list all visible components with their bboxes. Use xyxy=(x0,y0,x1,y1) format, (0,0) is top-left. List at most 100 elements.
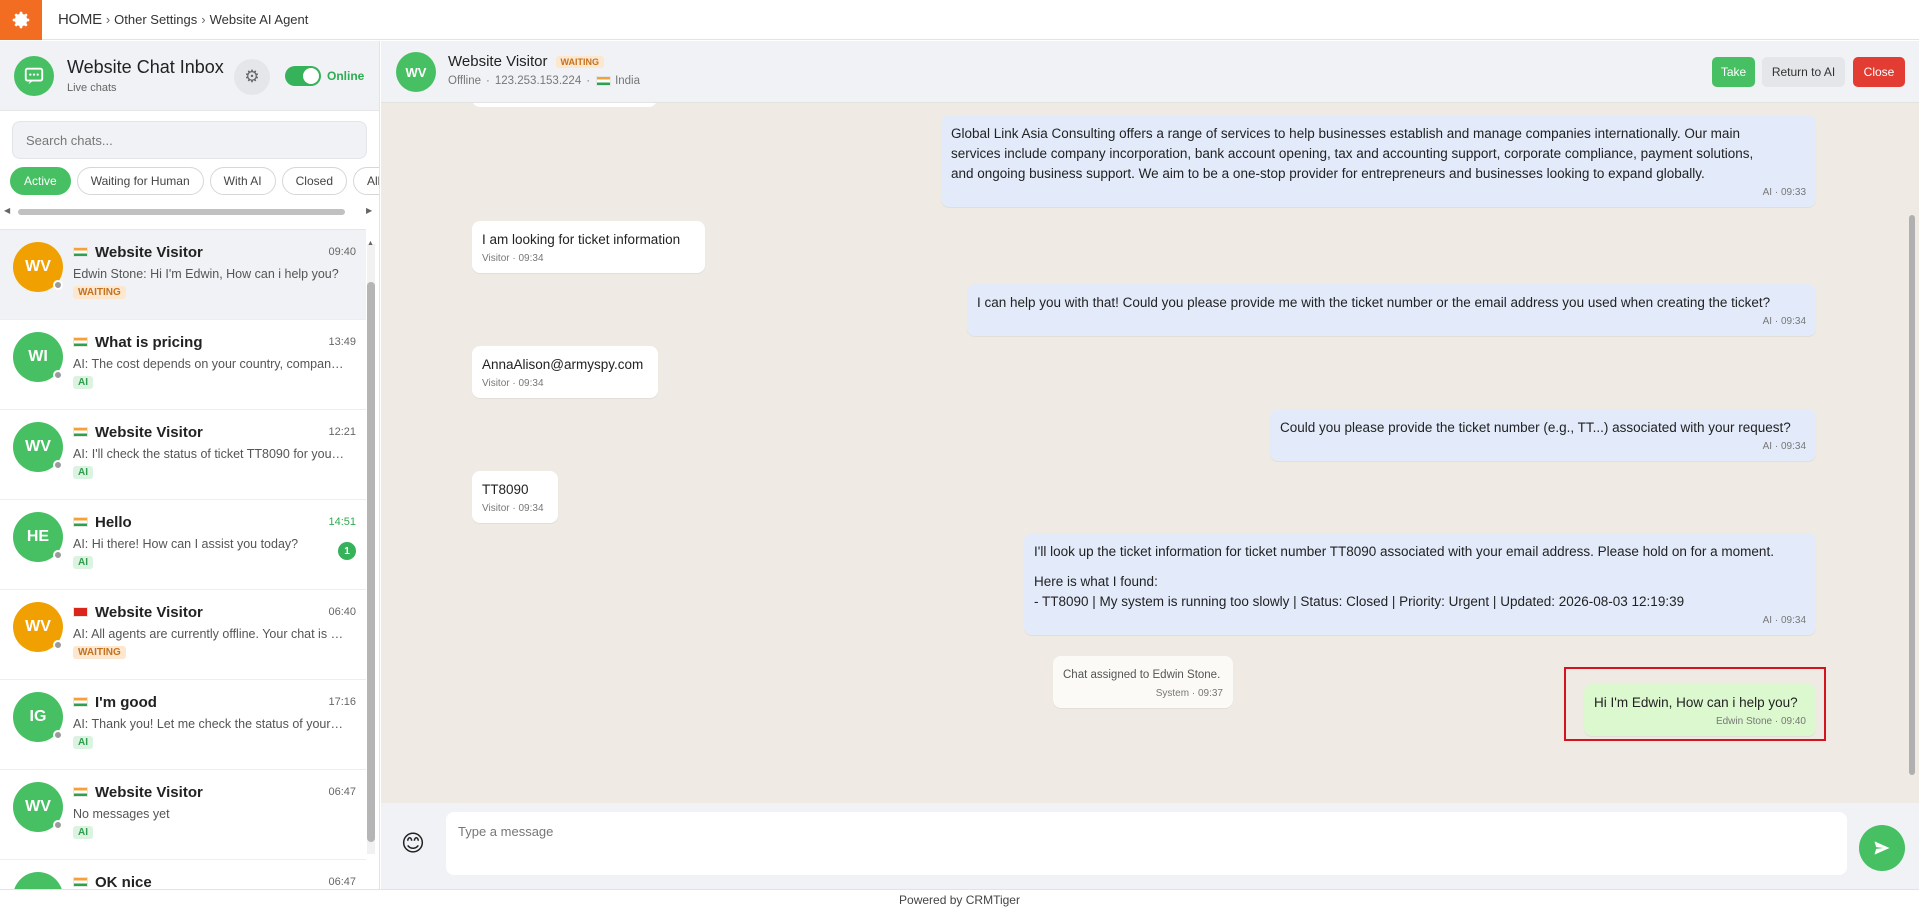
scroll-left-arrow-icon[interactable]: ◀ xyxy=(4,206,10,215)
filter-with-ai[interactable]: With AI xyxy=(209,167,276,195)
message-composer: 😊 Type a message xyxy=(381,803,1919,889)
sidebar-header: Website Chat Inbox Live chats ⚙ Online xyxy=(0,41,379,111)
meta-separator-icon: · xyxy=(586,75,591,87)
avatar: WV xyxy=(13,422,63,472)
message-text: I'll look up the ticket information for … xyxy=(1034,544,1774,559)
emoji-icon[interactable]: 😊 xyxy=(401,830,425,857)
send-icon xyxy=(1874,841,1890,855)
chat-list-item[interactable]: WV Website Visitor 06:40 AI: All agents … xyxy=(0,590,366,680)
message-text xyxy=(1034,562,1806,572)
vietnam-flag-icon xyxy=(73,607,88,617)
status-badge: AI xyxy=(73,736,93,749)
return-to-ai-button[interactable]: Return to AI xyxy=(1762,57,1845,87)
send-button[interactable] xyxy=(1859,825,1905,871)
message-thread: Global Link Asia Consulting offers a ran… xyxy=(381,103,1919,803)
settings-gear-icon[interactable] xyxy=(0,0,42,40)
chat-name: Website Visitor xyxy=(95,243,203,261)
status-badge: WAITING xyxy=(73,646,126,659)
filter-all[interactable]: All xyxy=(353,167,379,195)
powered-by-text: Powered by CRMTiger xyxy=(899,893,1020,907)
status-badge: AI xyxy=(73,556,93,569)
message-text: AnnaAlison@armyspy.com xyxy=(482,357,644,372)
chat-preview: No messages yet xyxy=(73,807,170,821)
chat-list-scrollbar[interactable]: ▲ xyxy=(367,240,375,854)
breadcrumb-home[interactable]: HOME xyxy=(58,11,102,28)
chat-name: Website Visitor xyxy=(95,423,203,441)
message-text: Could you please provide the ticket numb… xyxy=(1280,420,1791,435)
chat-name: OK nice xyxy=(95,873,152,890)
message-meta: Visitor · 09:34 xyxy=(482,503,544,514)
search-chats-input[interactable]: Search chats... xyxy=(12,121,367,159)
breadcrumb-current-page: Website AI Agent xyxy=(209,12,309,27)
chat-list-item[interactable]: HE Hello 14:51 AI: Hi there! How can I a… xyxy=(0,500,366,590)
meta-separator-icon: · xyxy=(486,75,490,87)
message-text: - TT8090 | My system is running too slow… xyxy=(1034,594,1685,609)
chat-sidebar: Website Chat Inbox Live chats ⚙ Online S… xyxy=(0,41,380,889)
message-input[interactable]: Type a message xyxy=(446,812,1847,875)
status-badge: AI xyxy=(73,466,93,479)
scroll-right-arrow-icon[interactable]: ▶ xyxy=(366,206,372,215)
chat-time: 06:47 xyxy=(328,876,356,888)
avatar: WV xyxy=(13,782,63,832)
message-scrollbar[interactable] xyxy=(1908,107,1916,797)
presence-dot xyxy=(53,820,63,830)
status-badge: AI xyxy=(73,376,93,389)
unread-count-badge: 1 xyxy=(338,542,356,560)
avatar: ON xyxy=(13,872,63,889)
filter-closed[interactable]: Closed xyxy=(281,167,347,195)
avatar: IG xyxy=(13,692,63,742)
scrollbar-thumb[interactable] xyxy=(367,282,375,842)
breadcrumb-other-settings[interactable]: Other Settings xyxy=(114,12,197,27)
presence-dot xyxy=(53,640,63,650)
chat-time: 14:51 xyxy=(328,516,356,528)
message-text: and ongoing business support. We aim to … xyxy=(951,166,1705,181)
chat-preview: AI: All agents are currently offline. Yo… xyxy=(73,627,345,641)
chat-time: 12:21 xyxy=(328,426,356,438)
chat-list-item[interactable]: WV Website Visitor 06:47 No messages yet… xyxy=(0,770,366,860)
online-toggle[interactable] xyxy=(285,66,321,86)
india-flag-icon xyxy=(73,427,88,437)
message-bubble-visitor: TT8090 Visitor · 09:34 xyxy=(472,471,558,523)
online-status-label: Online xyxy=(327,69,365,83)
inbox-subtitle: Live chats xyxy=(67,82,117,94)
chat-list-item[interactable]: ON OK nice 06:47 xyxy=(0,860,366,889)
scrollbar-thumb[interactable] xyxy=(1909,215,1915,775)
message-text: Global Link Asia Consulting offers a ran… xyxy=(951,126,1740,141)
message-text: TT8090 xyxy=(482,482,529,497)
india-flag-icon xyxy=(596,76,612,86)
avatar: HE xyxy=(13,512,63,562)
chat-list-item[interactable]: WV Website Visitor 09:40 Edwin Stone: Hi… xyxy=(0,230,366,320)
message-bubble-visitor: I am looking for ticket information Visi… xyxy=(472,221,705,273)
message-meta: AI · 09:34 xyxy=(1762,441,1806,452)
inbox-settings-icon[interactable]: ⚙ xyxy=(234,59,270,95)
chat-list-item[interactable]: WV Website Visitor 12:21 AI: I'll check … xyxy=(0,410,366,500)
message-meta: AI · 09:34 xyxy=(1762,615,1806,626)
message-bubble xyxy=(472,103,657,107)
chat-name: I'm good xyxy=(95,693,157,711)
breadcrumb: HOME › Other Settings › Website AI Agent xyxy=(58,11,308,28)
filter-horizontal-scrollbar[interactable]: ◀ ▶ xyxy=(0,203,379,221)
footer: Powered by CRMTiger xyxy=(0,889,1919,907)
close-chat-button[interactable]: Close xyxy=(1853,57,1905,87)
message-text: I can help you with that! Could you plea… xyxy=(977,295,1771,310)
scroll-up-arrow-icon[interactable]: ▲ xyxy=(367,240,374,247)
chat-time: 17:16 xyxy=(328,696,356,708)
conversation-panel: WV Website Visitor WAITING Offline · 123… xyxy=(381,41,1919,889)
india-flag-icon xyxy=(73,877,88,887)
india-flag-icon xyxy=(73,247,88,257)
chat-preview: Edwin Stone: Hi I'm Edwin, How can i hel… xyxy=(73,267,339,281)
message-meta: Visitor · 09:34 xyxy=(482,378,544,389)
filter-waiting-for-human[interactable]: Waiting for Human xyxy=(76,167,204,195)
chat-list-item[interactable]: WI What is pricing 13:49 AI: The cost de… xyxy=(0,320,366,410)
chat-preview: AI: I'll check the status of ticket TT80… xyxy=(73,447,345,461)
presence-dot xyxy=(53,730,63,740)
breadcrumb-separator-icon: › xyxy=(105,12,111,27)
filter-active[interactable]: Active xyxy=(10,167,71,195)
chat-list-item[interactable]: IG I'm good 17:16 AI: Thank you! Let me … xyxy=(0,680,366,770)
avatar: WV xyxy=(13,602,63,652)
chat-time: 06:40 xyxy=(328,606,356,618)
presence-dot xyxy=(53,370,63,380)
scrollbar-thumb[interactable] xyxy=(18,209,345,215)
message-text: Chat assigned to Edwin Stone. xyxy=(1063,669,1221,681)
take-button[interactable]: Take xyxy=(1712,57,1755,87)
